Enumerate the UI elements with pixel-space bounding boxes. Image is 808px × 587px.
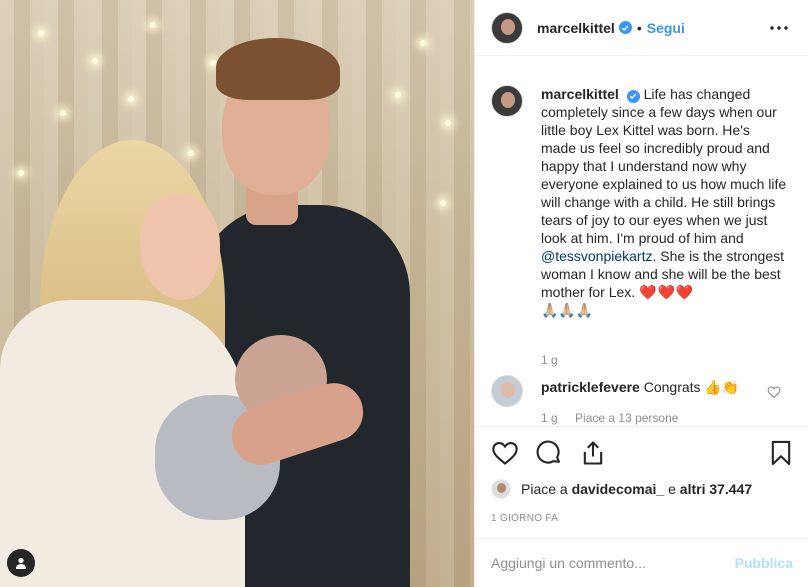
fairy-light bbox=[445, 120, 451, 126]
publish-button[interactable]: Pubblica bbox=[735, 555, 793, 571]
likes-prefix: Piace a bbox=[521, 481, 568, 497]
comment-body: Congrats 👍👏 bbox=[643, 379, 740, 395]
caption-author[interactable]: marcelkittel bbox=[541, 86, 619, 102]
comment-input[interactable] bbox=[491, 555, 721, 571]
man-hair bbox=[216, 38, 340, 100]
comment-text: patricklefevere Congrats 👍👏 bbox=[541, 378, 739, 396]
comments-area[interactable]: marcelkittel Life has changed completely… bbox=[475, 57, 808, 425]
comment-likes[interactable]: Piace a 13 persone bbox=[575, 411, 678, 425]
caption-hearts: ❤️❤️❤️ bbox=[639, 284, 695, 300]
fairy-light bbox=[440, 200, 446, 206]
likes-conjunction: e bbox=[668, 481, 676, 497]
caption-praying-hands: 🙏🏼🙏🏼🙏🏼 bbox=[541, 302, 594, 318]
fairy-light bbox=[92, 58, 98, 64]
bookmark-icon[interactable] bbox=[767, 439, 795, 467]
liker-username[interactable]: davidecomai_ bbox=[572, 481, 665, 497]
comment-author[interactable]: patricklefevere bbox=[541, 379, 640, 395]
caption-text: marcelkittel Life has changed completely… bbox=[541, 85, 787, 319]
post-header: marcelkittel • Segui bbox=[475, 0, 808, 56]
header-separator: • bbox=[636, 19, 642, 36]
caption-age[interactable]: 1 g bbox=[541, 353, 558, 367]
caption-body: Life has changed completely since a few … bbox=[541, 86, 787, 246]
verified-badge-icon bbox=[626, 89, 640, 103]
post-timestamp[interactable]: 1 GIORNO FA bbox=[491, 513, 558, 524]
fairy-light bbox=[420, 40, 426, 46]
share-icon[interactable] bbox=[579, 439, 607, 467]
liker-avatar[interactable] bbox=[491, 479, 511, 499]
comment-item: patricklefevere Congrats 👍👏 bbox=[491, 375, 739, 407]
caption-author-avatar[interactable] bbox=[491, 85, 523, 117]
fairy-light bbox=[60, 110, 66, 116]
author-username[interactable]: marcelkittel bbox=[537, 20, 615, 36]
fairy-light bbox=[395, 92, 401, 98]
fairy-light bbox=[188, 150, 194, 156]
more-options-icon[interactable] bbox=[765, 14, 793, 42]
commenter-avatar[interactable] bbox=[491, 375, 523, 407]
verified-badge-icon bbox=[618, 21, 632, 34]
comment-like-heart-icon[interactable] bbox=[767, 385, 781, 399]
comment-age[interactable]: 1 g bbox=[541, 411, 558, 425]
comment-bubble-icon[interactable] bbox=[535, 439, 563, 467]
fairy-light bbox=[150, 22, 156, 28]
woman-face bbox=[140, 195, 220, 300]
post-photo[interactable] bbox=[0, 0, 474, 587]
author-avatar[interactable] bbox=[491, 11, 523, 44]
caption-mention[interactable]: @tessvonpiekartz bbox=[541, 248, 652, 264]
caption: marcelkittel Life has changed completely… bbox=[491, 85, 787, 319]
follow-button[interactable]: Segui bbox=[647, 20, 685, 36]
likes-summary: Piace a davidecomai_ e altri 37.447 bbox=[491, 479, 752, 499]
fairy-light bbox=[18, 170, 24, 176]
heart-icon[interactable] bbox=[491, 439, 519, 467]
post-panel: marcelkittel • Segui marcelkittel Life h… bbox=[474, 0, 808, 587]
user-profile-icon[interactable] bbox=[7, 549, 35, 577]
action-bar bbox=[475, 426, 808, 478]
comment-meta: 1 g Piace a 13 persone bbox=[541, 411, 692, 425]
fairy-light bbox=[128, 96, 134, 102]
likes-others[interactable]: altri 37.447 bbox=[680, 481, 752, 497]
comment-composer: Pubblica bbox=[475, 538, 808, 587]
fairy-light bbox=[38, 30, 44, 36]
